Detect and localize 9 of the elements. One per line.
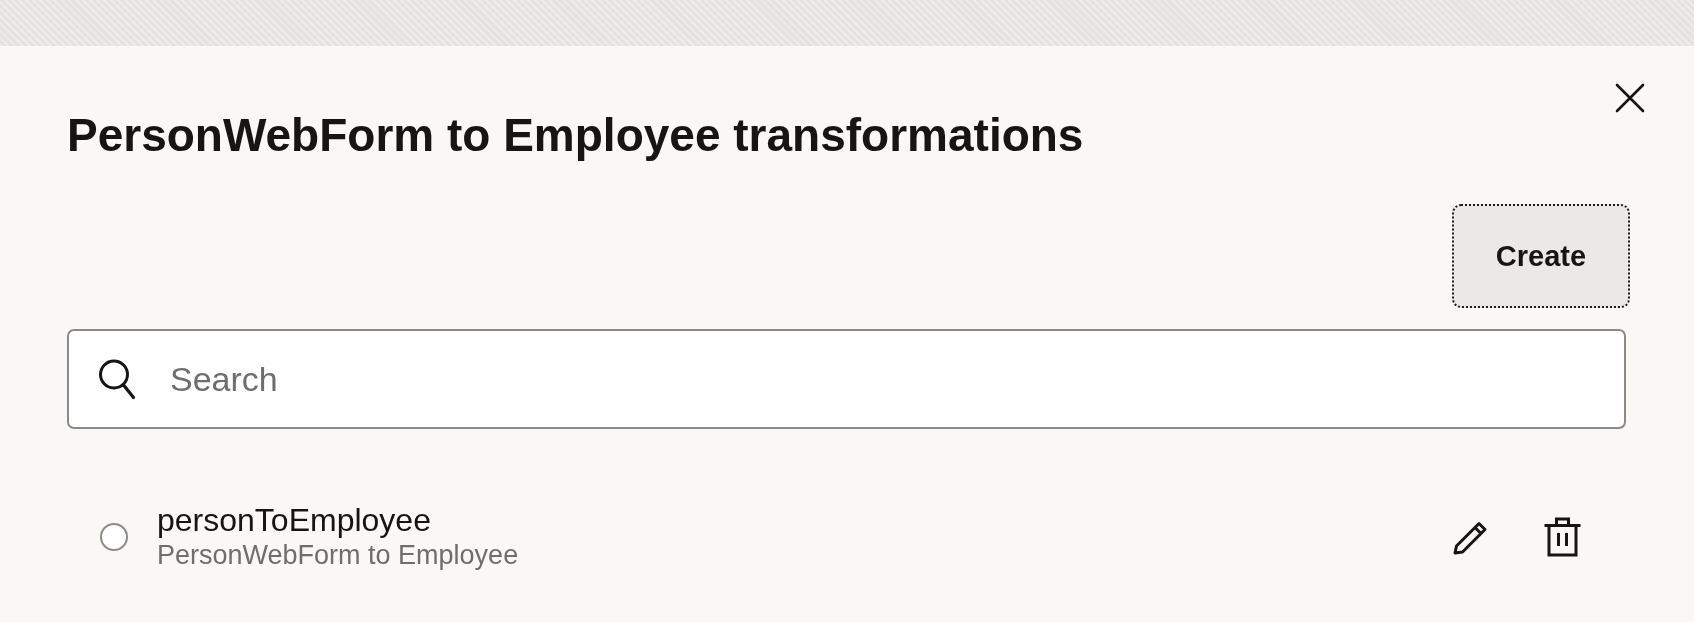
close-icon [1614, 82, 1646, 114]
dialog-title: PersonWebForm to Employee transformations [67, 108, 1084, 162]
search-field[interactable]: Search [67, 329, 1626, 429]
trash-icon [1543, 517, 1582, 557]
transformation-description: PersonWebForm to Employee [157, 539, 519, 572]
search-icon [98, 358, 136, 400]
transformation-name: personToEmployee [157, 502, 431, 538]
radio-button[interactable] [100, 523, 128, 551]
create-button[interactable]: Create [1452, 204, 1630, 308]
